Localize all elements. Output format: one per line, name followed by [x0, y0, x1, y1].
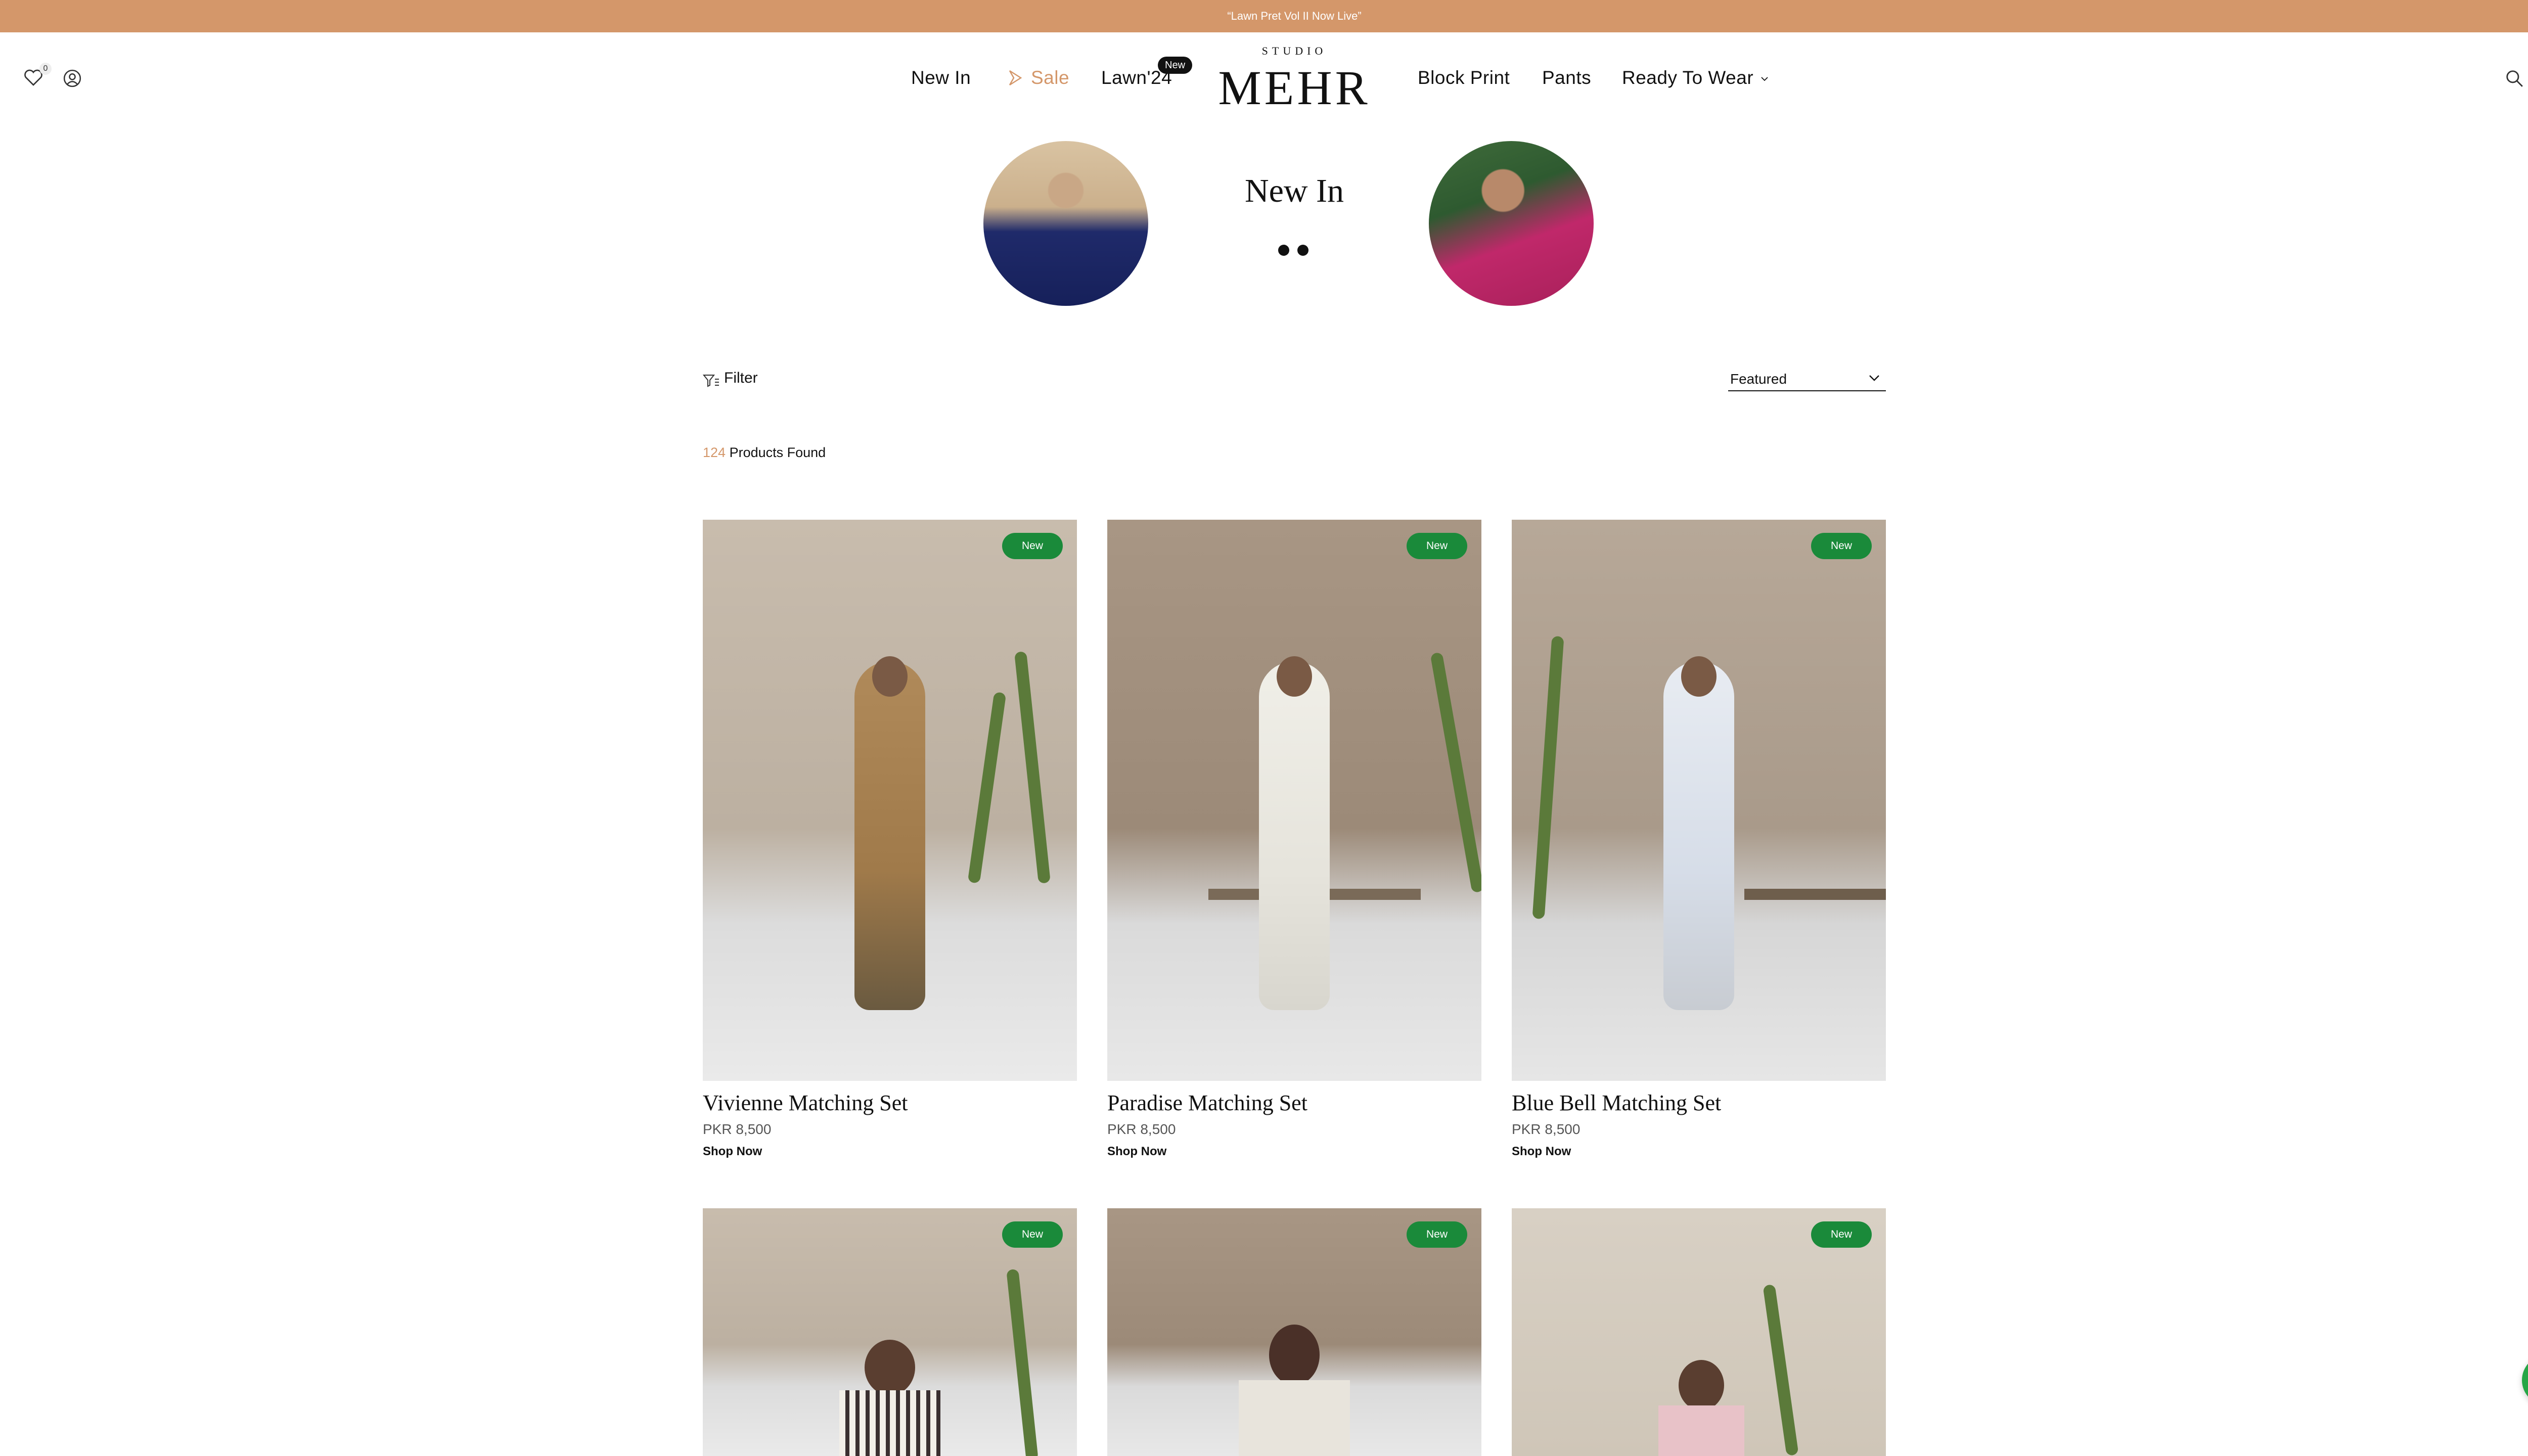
- filter-icon: [703, 375, 719, 387]
- product-image[interactable]: New: [1512, 1208, 1886, 1456]
- chevron-down-icon: [1761, 77, 1768, 81]
- product-image[interactable]: New: [703, 520, 1077, 1081]
- new-badge: New: [1407, 533, 1467, 559]
- collection-title: New In: [1244, 172, 1344, 209]
- wishlist-button[interactable]: 0: [23, 63, 52, 87]
- model-figure: [1658, 1405, 1744, 1456]
- bench: [1744, 889, 1886, 900]
- new-badge: New: [1811, 533, 1872, 559]
- new-badge: New: [1002, 1221, 1063, 1248]
- product-image[interactable]: New: [1512, 520, 1886, 1081]
- shop-now-link[interactable]: Shop Now: [1512, 1145, 1571, 1159]
- plant-decoration: [967, 692, 1007, 884]
- results-count: 124 Products Found: [703, 445, 826, 461]
- whatsapp-chat-button[interactable]: [2522, 1355, 2528, 1405]
- product-name[interactable]: Vivienne Matching Set: [703, 1090, 1077, 1116]
- nav-pants[interactable]: Pants: [1542, 32, 1591, 123]
- plant-decoration: [1006, 1268, 1039, 1456]
- product-price: PKR 8,500: [1512, 1121, 1581, 1137]
- model-figure: [839, 1390, 940, 1456]
- story-thumbnail-2[interactable]: [1429, 141, 1594, 306]
- model-figure: [854, 661, 925, 1010]
- product-image[interactable]: New: [1107, 520, 1481, 1081]
- model-head: [1681, 656, 1717, 697]
- shop-now-link[interactable]: Shop Now: [703, 1145, 762, 1159]
- new-badge: New: [1811, 1221, 1872, 1248]
- shop-now-link[interactable]: Shop Now: [1107, 1145, 1166, 1159]
- results-count-number: 124: [703, 445, 726, 460]
- results-count-label: Products Found: [729, 445, 826, 460]
- carousel-dot-1[interactable]: [1278, 245, 1289, 256]
- nav-lawn-new-badge: New: [1158, 57, 1193, 74]
- model-figure: [1239, 1380, 1350, 1456]
- plant-decoration: [1014, 651, 1051, 884]
- product-name[interactable]: Blue Bell Matching Set: [1512, 1090, 1886, 1116]
- site-header: 0 New In Sale Lawn'24 New STUDIO MEHR Bl…: [0, 32, 2528, 123]
- user-icon: [63, 69, 81, 87]
- model-head: [865, 1340, 915, 1395]
- search-button[interactable]: [2505, 69, 2524, 88]
- sort-select[interactable]: Featured: [1728, 368, 1886, 391]
- nav-sale[interactable]: Sale: [1031, 32, 1069, 123]
- model-head: [872, 656, 908, 697]
- nav-block-print[interactable]: Block Print: [1418, 32, 1510, 123]
- model-head: [1277, 656, 1312, 697]
- filter-button[interactable]: Filter: [724, 368, 758, 388]
- wishlist-count: 0: [39, 63, 52, 75]
- logo[interactable]: MEHR: [1203, 60, 1385, 116]
- new-badge: New: [1002, 533, 1063, 559]
- product-image[interactable]: New: [1107, 1208, 1481, 1456]
- sort-value: Featured: [1730, 371, 1787, 387]
- nav-lawn[interactable]: Lawn'24: [1101, 32, 1172, 123]
- logo-studio-text[interactable]: STUDIO: [1229, 44, 1360, 58]
- plant-decoration: [1430, 652, 1481, 893]
- carousel-dot-2[interactable]: [1297, 245, 1308, 256]
- model-figure: [1259, 661, 1330, 1010]
- announcement-bar: “Lawn Pret Vol II Now Live”: [0, 0, 2528, 32]
- nav-new-in[interactable]: New In: [911, 32, 971, 123]
- product-price: PKR 8,500: [1107, 1121, 1176, 1137]
- model-head: [1679, 1360, 1724, 1410]
- new-badge: New: [1407, 1221, 1467, 1248]
- story-thumbnail-1[interactable]: [983, 141, 1148, 306]
- sale-arrow-icon: [1009, 70, 1022, 86]
- plant-decoration: [1532, 635, 1564, 920]
- chevron-down-icon: [1869, 375, 1879, 381]
- account-button[interactable]: [63, 69, 82, 88]
- search-icon: [2506, 70, 2523, 87]
- nav-ready-to-wear[interactable]: Ready To Wear: [1622, 32, 1768, 123]
- nav-ready-to-wear-label: Ready To Wear: [1622, 67, 1754, 88]
- product-image[interactable]: New: [703, 1208, 1077, 1456]
- model-head: [1269, 1325, 1320, 1385]
- product-name[interactable]: Paradise Matching Set: [1107, 1090, 1481, 1116]
- model-figure: [1663, 661, 1734, 1010]
- announcement-text: “Lawn Pret Vol II Now Live”: [1227, 10, 1362, 22]
- product-price: PKR 8,500: [703, 1121, 772, 1137]
- plant-decoration: [1763, 1284, 1799, 1456]
